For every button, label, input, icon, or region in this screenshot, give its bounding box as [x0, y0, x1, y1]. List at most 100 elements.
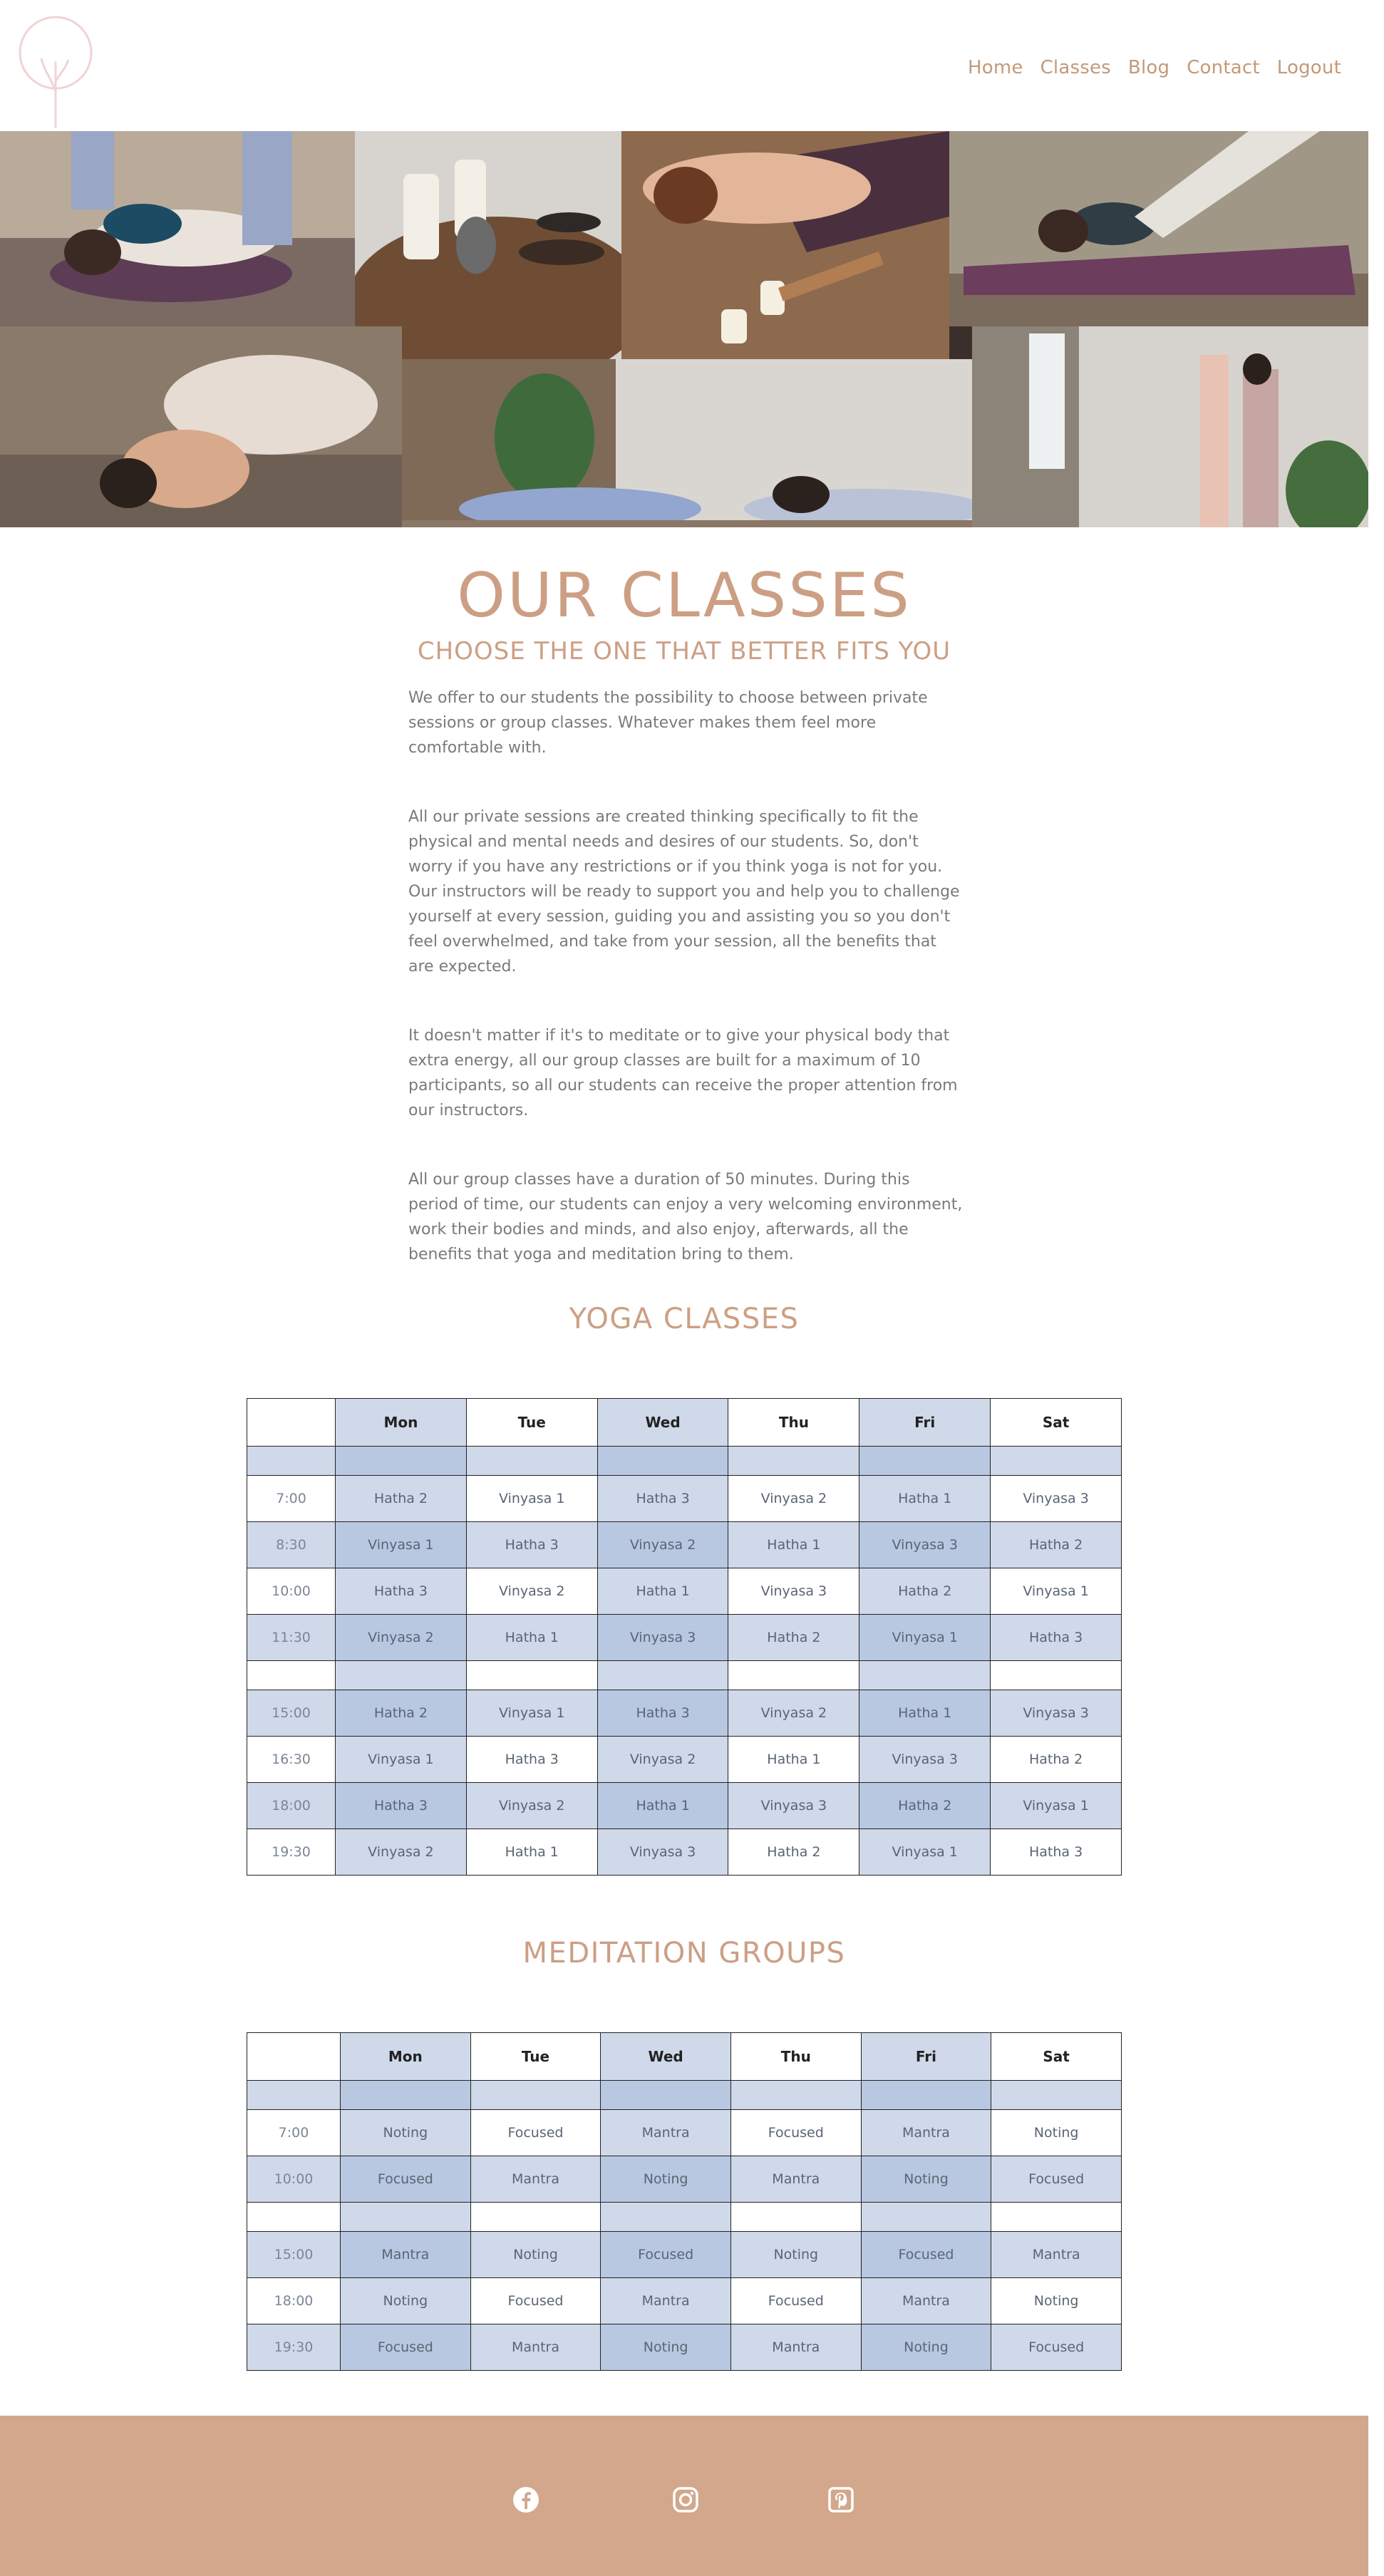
class-cell: Vinyasa 3: [990, 1475, 1122, 1522]
table-header-row: Mon Tue Wed Thu Fri Sat: [247, 1398, 1122, 1447]
class-cell: [860, 2080, 992, 2110]
class-cell: Vinyasa 1: [465, 1690, 598, 1737]
table-row: 15:00 Hatha 2 Vinyasa 1 Hatha 3 Vinyasa 2 Hat…: [247, 1690, 1122, 1737]
tree-logo-icon[interactable]: [16, 16, 95, 130]
time-cell: 18:00: [247, 2277, 341, 2324]
day-header: Wed: [600, 2032, 731, 2081]
class-cell: Noting: [991, 2109, 1122, 2156]
site-footer: [0, 2416, 1368, 2576]
class-cell: Vinyasa 3: [990, 1690, 1122, 1737]
class-cell: Focused: [470, 2277, 601, 2324]
time-cell: 10:00: [247, 2156, 341, 2203]
class-cell: Mantra: [470, 2156, 601, 2203]
time-cell: 8:30: [247, 1521, 336, 1568]
class-cell: Vinyasa 1: [859, 1828, 991, 1876]
class-cell: [470, 2080, 601, 2110]
class-cell: Hatha 2: [728, 1828, 860, 1876]
class-cell: Mantra: [730, 2324, 862, 2371]
photo-stretch-assist: [0, 131, 355, 326]
main-nav: Home Classes Blog Contact Logout: [968, 57, 1341, 78]
day-header: Tue: [465, 1398, 598, 1447]
class-cell: [470, 2202, 601, 2232]
time-cell: [247, 1660, 336, 1690]
photo-forward-bend: [402, 359, 972, 527]
class-cell: Hatha 1: [728, 1521, 860, 1568]
site-header: Home Classes Blog Contact Logout: [0, 0, 1368, 131]
photo-twist-pose: [0, 326, 402, 527]
day-header: Sat: [991, 2032, 1122, 2081]
time-cell: 19:30: [247, 1828, 336, 1876]
class-cell: Vinyasa 3: [597, 1614, 729, 1661]
day-header: Thu: [730, 2032, 862, 2081]
nav-contact[interactable]: Contact: [1187, 57, 1260, 78]
class-cell: [859, 1446, 991, 1476]
day-header: Fri: [860, 2032, 992, 2081]
class-cell: Vinyasa 2: [728, 1690, 860, 1737]
time-cell: 11:30: [247, 1614, 336, 1661]
day-header: Thu: [728, 1398, 860, 1447]
day-header: Fri: [859, 1398, 991, 1447]
photo-candles-table: [355, 131, 621, 359]
class-cell: [991, 2080, 1122, 2110]
intro-paragraph: We offer to our students the possibility…: [408, 689, 928, 757]
class-cell: Hatha 3: [465, 1521, 598, 1568]
class-cell: Vinyasa 1: [335, 1736, 467, 1783]
table-row: 19:30 Focused Mantra Noting Mantra Noting Focu…: [247, 2324, 1122, 2371]
class-cell: Vinyasa 2: [335, 1828, 467, 1876]
class-cell: Hatha 1: [465, 1614, 598, 1661]
class-cell: Mantra: [860, 2277, 992, 2324]
class-cell: Noting: [991, 2277, 1122, 2324]
time-cell: 7:00: [247, 2109, 341, 2156]
class-cell: Noting: [340, 2277, 471, 2324]
nav-blog[interactable]: Blog: [1128, 57, 1169, 78]
class-cell: Vinyasa 3: [597, 1828, 729, 1876]
nav-home[interactable]: Home: [968, 57, 1023, 78]
class-cell: Noting: [730, 2231, 862, 2278]
class-cell: Hatha 3: [597, 1690, 729, 1737]
intro-paragraph: All our private sessions are created thi…: [408, 808, 960, 976]
intro-text: We offer to our students the possibility…: [408, 686, 964, 1311]
facebook-icon[interactable]: [512, 2486, 540, 2514]
class-cell: Hatha 2: [990, 1736, 1122, 1783]
class-cell: Hatha 3: [335, 1782, 467, 1829]
class-cell: Mantra: [730, 2156, 862, 2203]
nav-logout[interactable]: Logout: [1277, 57, 1341, 78]
class-cell: [335, 1660, 467, 1690]
table-spacer-row: [247, 2080, 1122, 2110]
class-cell: Hatha 2: [728, 1614, 860, 1661]
time-column-header: [247, 2032, 341, 2081]
class-cell: Hatha 2: [859, 1782, 991, 1829]
class-cell: [990, 1446, 1122, 1476]
photo-lying-meditation: [621, 131, 949, 359]
nav-classes[interactable]: Classes: [1040, 57, 1111, 78]
class-cell: Vinyasa 2: [465, 1782, 598, 1829]
yoga-section-title: YOGA CLASSES: [569, 1303, 800, 1335]
instagram-icon[interactable]: [671, 2486, 700, 2514]
time-column-header: [247, 1398, 336, 1447]
time-cell: [247, 1446, 336, 1476]
class-cell: Focused: [991, 2324, 1122, 2371]
class-cell: Hatha 1: [859, 1690, 991, 1737]
class-cell: Mantra: [340, 2231, 471, 2278]
class-cell: Hatha 3: [465, 1736, 598, 1783]
class-cell: Noting: [470, 2231, 601, 2278]
class-cell: [335, 1446, 467, 1476]
intro-paragraph: It doesn't matter if it's to meditate or…: [408, 1027, 958, 1119]
class-cell: Hatha 2: [335, 1475, 467, 1522]
day-header: Sat: [990, 1398, 1122, 1447]
class-cell: Vinyasa 1: [859, 1614, 991, 1661]
class-cell: Noting: [340, 2109, 471, 2156]
class-cell: Hatha 3: [335, 1568, 467, 1615]
table-row: 10:00 Hatha 3 Vinyasa 2 Hatha 1 Vinyasa 3 Hat…: [247, 1568, 1122, 1615]
page-subtitle: CHOOSE THE ONE THAT BETTER FITS YOU: [417, 637, 951, 666]
table-spacer-row: [247, 1660, 1122, 1690]
time-cell: 16:30: [247, 1736, 336, 1783]
pinterest-icon[interactable]: [827, 2486, 855, 2514]
class-cell: Hatha 2: [859, 1568, 991, 1615]
class-cell: [600, 2080, 731, 2110]
time-cell: 10:00: [247, 1568, 336, 1615]
class-cell: [728, 1446, 860, 1476]
day-header: Mon: [340, 2032, 471, 2081]
page-title: OUR CLASSES: [457, 560, 912, 631]
class-cell: Hatha 1: [597, 1782, 729, 1829]
